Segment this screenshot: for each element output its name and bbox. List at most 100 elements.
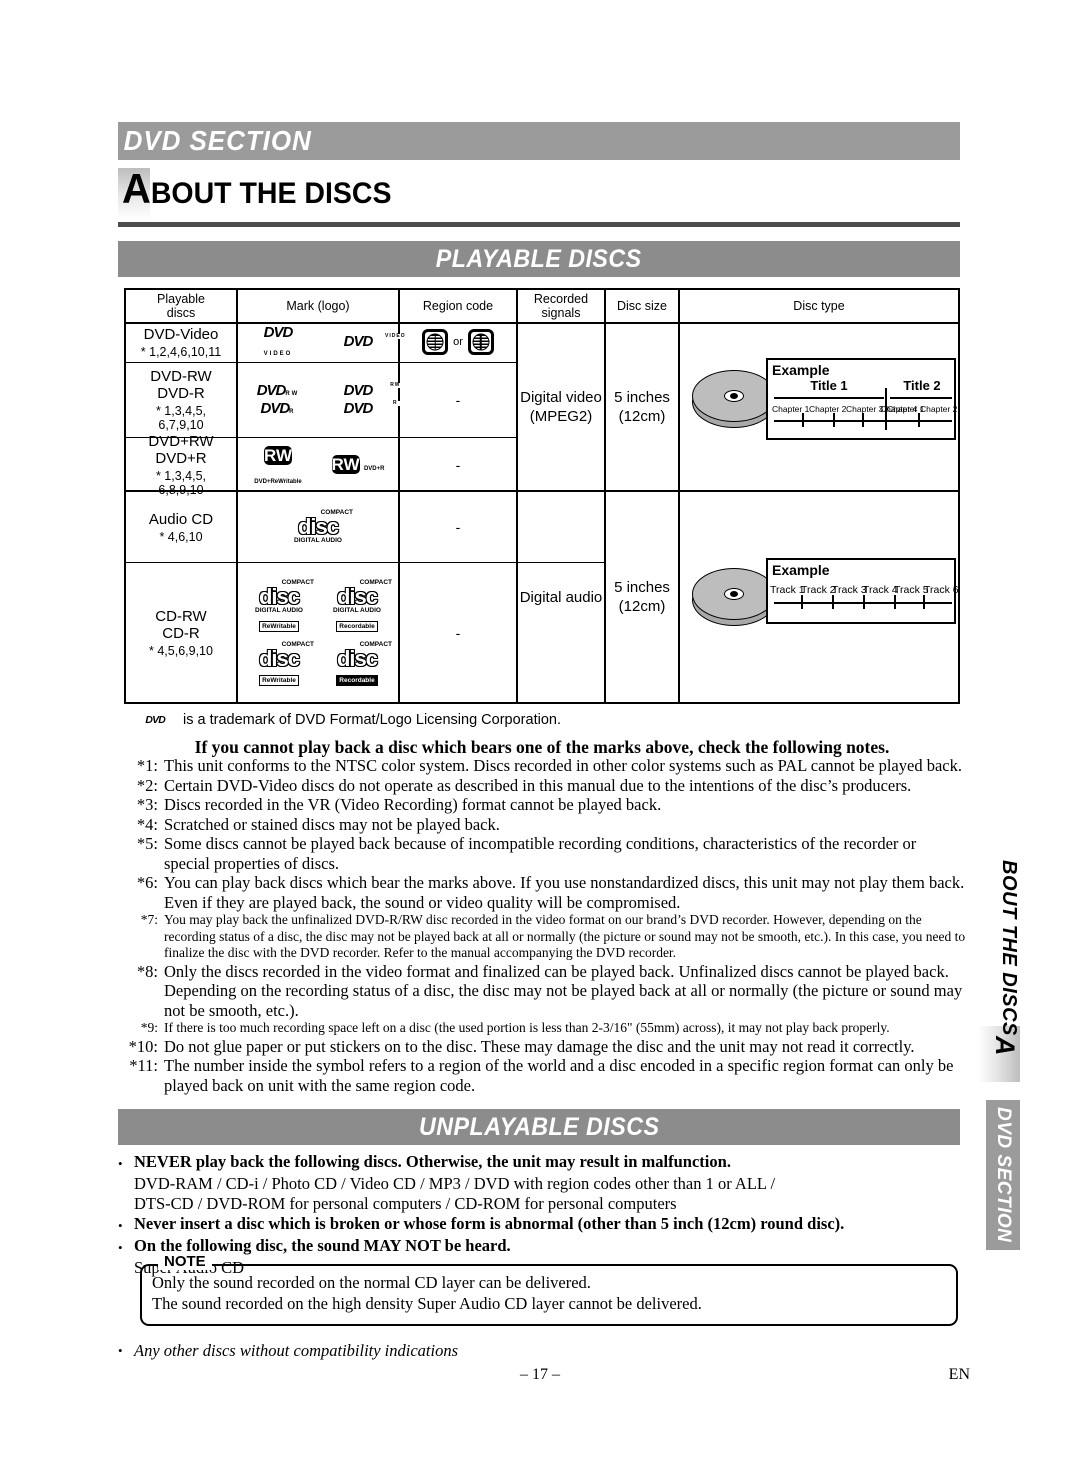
note-number: *10: xyxy=(128,1036,158,1056)
row-cd-rw-region: - xyxy=(455,625,461,641)
page-title-cap: A xyxy=(122,165,151,212)
cd-disc-illustration xyxy=(692,568,776,628)
bullet-icon: • xyxy=(118,1156,123,1171)
audio-disc-size-l1: 5 inches xyxy=(614,579,670,596)
side-tab-about-cap: A xyxy=(990,1035,1020,1056)
note-item: *9: If there is too much recording space… xyxy=(122,1020,966,1037)
video-title-1-label: Title 1 xyxy=(810,378,848,393)
audio-track-1-label: Track 1 xyxy=(770,584,805,596)
title-rule xyxy=(118,222,960,227)
dvd-plus-r-caption: DVD+R xyxy=(363,465,385,472)
th-recorded-signals: Recorded signals xyxy=(518,290,604,322)
dvd-plus-rewritable-logo-icon: RW DVD+ReWritable xyxy=(254,445,302,485)
note-item: *3: Discs recorded in the VR (Video Reco… xyxy=(122,795,966,815)
row-dvd-rw-name: DVD-RW DVD-R * 1,3,4,5, 6,7,9,10 xyxy=(126,364,236,436)
row-dvd-video-marks: DVD VIDEO DVD VIDEO xyxy=(238,322,411,362)
playable-discs-label: PLAYABLE DISCS xyxy=(436,244,642,273)
video-disc-size: 5 inches (12cm) xyxy=(606,324,678,490)
notes-heading: If you cannot play back a disc which bea… xyxy=(194,737,890,757)
cd-disc-word-5: disc xyxy=(336,645,378,671)
dvd-rw-logo-alt-icon: DVD RW xyxy=(330,382,411,400)
unplayable-bullet-2-text: Never insert a disc which is broken or w… xyxy=(134,1214,845,1233)
disc-hole-inner xyxy=(730,393,738,399)
playable-discs-table: Playable discs Mark (logo) Region code R… xyxy=(124,288,960,704)
region-globe-icon-2 xyxy=(467,329,494,355)
audio-track-tick-2 xyxy=(832,595,834,609)
audio-track-6-label: Track 6 xyxy=(924,584,959,596)
th-region-code: Region code xyxy=(422,299,494,313)
dvd-video-logo-alt-icon: DVD VIDEO xyxy=(330,333,411,351)
row-audio-cd-marks: COMPACT disc DIGITAL AUDIO xyxy=(238,492,398,562)
video-title-2-arrow xyxy=(890,397,952,399)
row-dvd-plus-rw-label-2: DVD+R xyxy=(155,449,207,467)
video-chapter-tick-1 xyxy=(802,413,804,427)
video-recorded-signals: Digital video (MPEG2) xyxy=(518,324,604,490)
note-item: *1: This unit conforms to the NTSC color… xyxy=(122,756,966,776)
trademark-note-text: is a trademark of DVD Format/Logo Licens… xyxy=(183,712,561,728)
row-audio-cd-name: Audio CD * 4,6,10 xyxy=(126,492,236,562)
note-box-line-2: The sound recorded on the high density S… xyxy=(152,1294,702,1313)
th-disc-type: Disc type xyxy=(793,299,845,313)
audio-disc-size-l2: (12cm) xyxy=(618,598,666,615)
row-dvd-rw-region: - xyxy=(455,392,461,408)
cd-recordable-tag-2: Recordable xyxy=(336,674,378,686)
dvd-r-logo-alt-icon: DVD R xyxy=(330,400,411,418)
audio-track-5-label: Track 5 xyxy=(894,584,929,596)
note-number: *8: xyxy=(136,961,158,981)
video-example-label: Example xyxy=(772,362,830,378)
row-dvd-video-name: DVD-Video * 1,2,4,6,10,11 xyxy=(126,322,236,362)
note-text: Only the discs recorded in the video for… xyxy=(164,961,963,1020)
unplayable-bullet-2: • Never insert a disc which is broken or… xyxy=(118,1214,964,1236)
dvd-section-bar: DVD SECTION xyxy=(118,122,960,160)
cd-digital-audio-label-1: DIGITAL AUDIO xyxy=(294,537,342,544)
dvd-logo-icon-small: DVD xyxy=(145,713,165,726)
audio-disc-size: 5 inches (12cm) xyxy=(606,492,678,702)
side-tab-about-the-discs: BOUT THE DISCS A xyxy=(978,860,1020,1082)
bullet-icon: • xyxy=(118,1240,123,1255)
note-number: *7: xyxy=(140,912,158,927)
cd-rewritable-tag-2: ReWritable xyxy=(259,674,299,686)
cd-recordable-logo-icon: COMPACT disc Recordable xyxy=(320,641,394,687)
video-disc-size-l1: 5 inches xyxy=(614,389,670,406)
playable-discs-band: PLAYABLE DISCS xyxy=(118,241,960,277)
row-audio-cd-stars: * 4,6,10 xyxy=(159,529,203,544)
video-chapter-tick-2 xyxy=(833,413,835,427)
region-globe-icon-1 xyxy=(422,329,449,355)
dvd-disc-illustration xyxy=(692,370,776,430)
page-title-text: ABOUT THE DISCS xyxy=(122,168,392,211)
note-text: Some discs cannot be played back because… xyxy=(164,834,917,873)
note-box-label: NOTE xyxy=(158,1253,212,1270)
cd-recordable-digital-audio-logo-icon: COMPACT disc DIGITAL AUDIO Recordable xyxy=(320,579,394,633)
th-playable-discs-l1: Playable xyxy=(157,292,205,306)
page-number: – 17 – xyxy=(520,1366,560,1383)
dvd-plus-rewritable-caption: DVD+ReWritable xyxy=(254,478,302,485)
audio-track-2-label: Track 2 xyxy=(801,584,836,596)
audio-example-box: Example Track 1 Track 2 Track 3 Track 4 … xyxy=(766,558,959,624)
row-dvd-rw-stars-1: * 1,3,4,5, xyxy=(155,404,207,418)
region-or-label: or xyxy=(453,336,463,348)
row-dvd-plus-rw-region: - xyxy=(455,456,461,473)
audio-track-tick-1 xyxy=(801,595,803,609)
row-dvd-rw-stars-2: 6,7,9,10 xyxy=(158,418,204,432)
video-recorded-signals-l1: Digital video xyxy=(520,389,602,406)
dvd-section-label: DVD SECTION xyxy=(123,125,312,156)
row-dvd-video-stars: * 1,2,4,6,10,11 xyxy=(140,344,222,359)
cd-digital-audio-label-3: DIGITAL AUDIO xyxy=(333,607,381,615)
audio-track-4-label: Track 4 xyxy=(863,584,898,596)
notes-list: *1: This unit conforms to the NTSC color… xyxy=(122,756,966,1095)
note-box-content: Only the sound recorded on the normal CD… xyxy=(152,1272,952,1314)
unplayable-bullet-1-text: NEVER play back the following discs. Oth… xyxy=(134,1152,731,1171)
unplayable-last-bullet-text: Any other discs without compatibility in… xyxy=(134,1341,459,1360)
row-dvd-plus-rw-name: DVD+RW DVD+R * 1,3,4,5, 6,8,9,10 xyxy=(126,433,236,497)
language-mark: EN xyxy=(948,1366,970,1383)
row-cd-rw-name: CD-RW CD-R * 4,5,6,9,10 xyxy=(126,564,236,702)
th-mark-logo: Mark (logo) xyxy=(286,299,350,313)
side-tab-dvd-section: DVD SECTION xyxy=(986,1100,1020,1250)
video-chapter-tick-5 xyxy=(918,413,920,427)
dvd-video-logo-icon: DVD VIDEO xyxy=(263,324,294,357)
row-cd-rw-label-1: CD-RW xyxy=(155,608,207,625)
row-dvd-rw-label-2: DVD-R xyxy=(157,385,205,402)
bullet-icon: • xyxy=(118,1218,123,1233)
cd-rewritable-logo-icon: COMPACT disc ReWritable xyxy=(242,641,316,687)
note-number: *6: xyxy=(136,873,158,892)
